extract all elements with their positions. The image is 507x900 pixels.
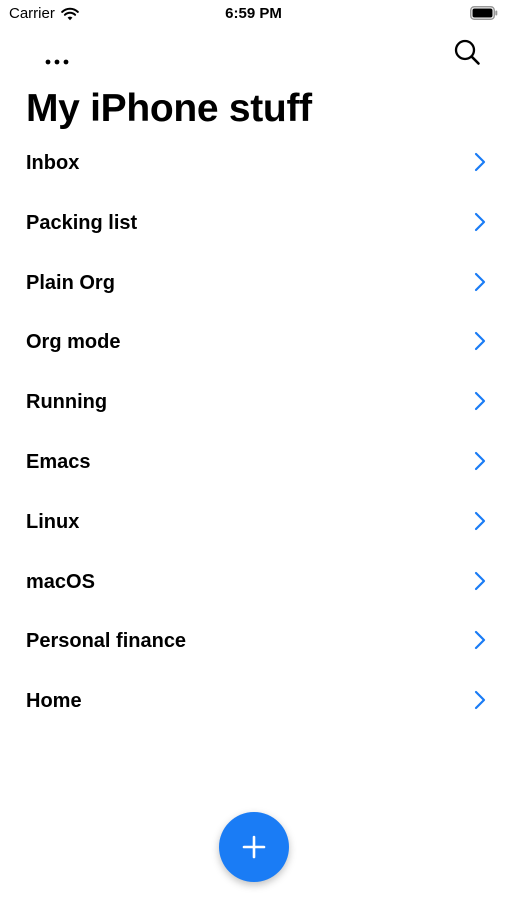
chevron-right-icon [474, 451, 486, 471]
plus-icon [242, 835, 266, 859]
list-item-macos[interactable]: macOS [0, 552, 507, 612]
list-item-label: macOS [26, 570, 95, 593]
list-item-packing-list[interactable]: Packing list [0, 193, 507, 253]
list-item-label: Personal finance [26, 630, 187, 653]
list-item-label: Plain Org [26, 271, 115, 294]
list-item-emacs[interactable]: Emacs [0, 432, 507, 492]
chevron-right-icon [474, 691, 486, 710]
search-button[interactable] [451, 34, 485, 68]
list-item-home[interactable]: Home [0, 671, 507, 731]
list-item-org-mode[interactable]: Org mode [0, 312, 507, 372]
status-bar: Carrier 6:59 PM [0, 0, 507, 28]
list-item-label: Linux [26, 510, 80, 533]
list-item-linux[interactable]: Linux [0, 492, 507, 552]
list-item-personal-finance[interactable]: Personal finance [0, 611, 507, 671]
list-item-running[interactable]: Running [0, 372, 507, 432]
list-item-label: Running [26, 391, 108, 414]
list-item-inbox[interactable]: Inbox [0, 133, 507, 193]
add-item-button[interactable] [219, 812, 289, 882]
chevron-right-icon [474, 511, 486, 530]
chevron-right-icon [474, 392, 486, 411]
more-options-button[interactable] [40, 40, 76, 66]
chevron-right-icon [474, 332, 486, 351]
magnifier-icon [454, 39, 480, 65]
list-item-label: Emacs [26, 450, 91, 473]
list-item-plain-org[interactable]: Plain Org [0, 253, 507, 313]
page-title: My iPhone stuff [26, 87, 312, 130]
ellipsis-icon [45, 59, 69, 65]
navigation-bar [0, 30, 507, 74]
outline-list: Inbox Packing list Plain Org Org mode Ru… [0, 133, 507, 731]
chevron-right-icon [474, 152, 486, 172]
chevron-right-icon [474, 631, 486, 650]
list-item-label: Inbox [26, 152, 80, 174]
list-item-label: Org mode [26, 331, 121, 354]
list-item-label: Home [26, 690, 82, 713]
status-time: 6:59 PM [225, 5, 282, 22]
list-item-label: Packing list [26, 211, 138, 234]
battery-icon [470, 6, 498, 20]
chevron-right-icon [474, 212, 486, 231]
chevron-right-icon [474, 272, 486, 291]
chevron-right-icon [474, 571, 486, 590]
